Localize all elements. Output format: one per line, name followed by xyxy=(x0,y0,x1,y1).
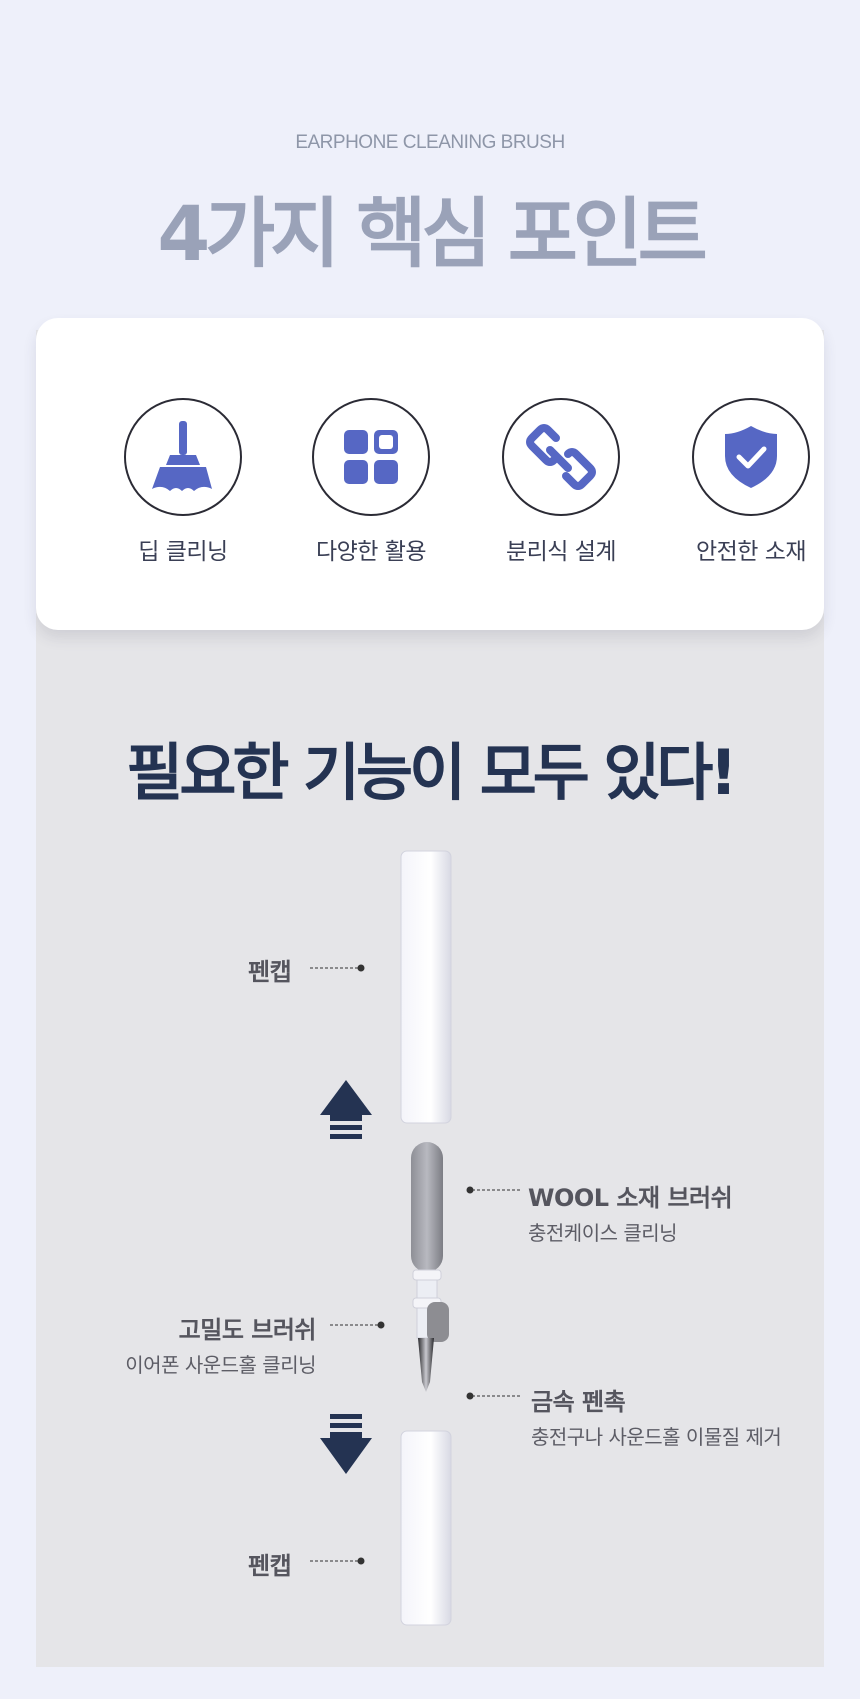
dense-brush-desc: 이어폰 사운드홀 클리닝 xyxy=(125,1353,316,1377)
dense-brush-title: 고밀도 브러쉬 xyxy=(178,1316,317,1344)
dense-brush-callout: 고밀도 브러쉬 이어폰 사운드홀 클리닝 xyxy=(60,1310,316,1378)
wool-brush-callout: WOOL 소재 브러쉬 충전케이스 클리닝 xyxy=(528,1178,733,1246)
pen-cap-top-label: 펜캡 xyxy=(248,958,292,986)
metal-tip-desc: 충전구나 사운드홀 이물질 제거 xyxy=(531,1425,782,1449)
shield-check-icon xyxy=(725,426,777,488)
point-label: 안전한 소재 xyxy=(695,539,807,565)
point-detachable-design: 분리식 설계 xyxy=(466,398,656,566)
features-headline: 필요한 기능이 모두 있다! xyxy=(126,736,737,809)
point-label: 딥 클리닝 xyxy=(138,539,228,565)
metal-tip-callout: 금속 펜촉 충전구나 사운드홀 이물질 제거 xyxy=(531,1382,782,1450)
grid-icon xyxy=(344,430,398,484)
metal-tip-title: 금속 펜촉 xyxy=(531,1388,626,1416)
eyebrow-text: EARPHONE CLEANING BRUSH xyxy=(295,132,565,153)
point-circle xyxy=(502,398,620,516)
point-circle xyxy=(124,398,242,516)
wool-brush-desc: 충전케이스 클리닝 xyxy=(528,1221,678,1245)
pen-cap-bottom-label: 펜캡 xyxy=(248,1552,292,1580)
point-deep-cleaning: 딥 클리닝 xyxy=(88,398,278,566)
link-icon xyxy=(526,424,596,490)
key-points-card: 딥 클리닝 다양한 활용 분리식 설계 안전한 소재 xyxy=(36,318,824,630)
broom-icon xyxy=(152,421,212,491)
point-safe-material: 안전한 소재 xyxy=(656,398,846,566)
point-circle xyxy=(692,398,810,516)
page-title: 4가지 핵심 포인트 xyxy=(157,189,707,278)
point-versatile-use: 다양한 활용 xyxy=(276,398,466,566)
point-label: 다양한 활용 xyxy=(315,539,427,565)
point-circle xyxy=(312,398,430,516)
wool-brush-title: WOOL 소재 브러쉬 xyxy=(528,1184,733,1212)
point-label: 분리식 설계 xyxy=(505,539,617,565)
